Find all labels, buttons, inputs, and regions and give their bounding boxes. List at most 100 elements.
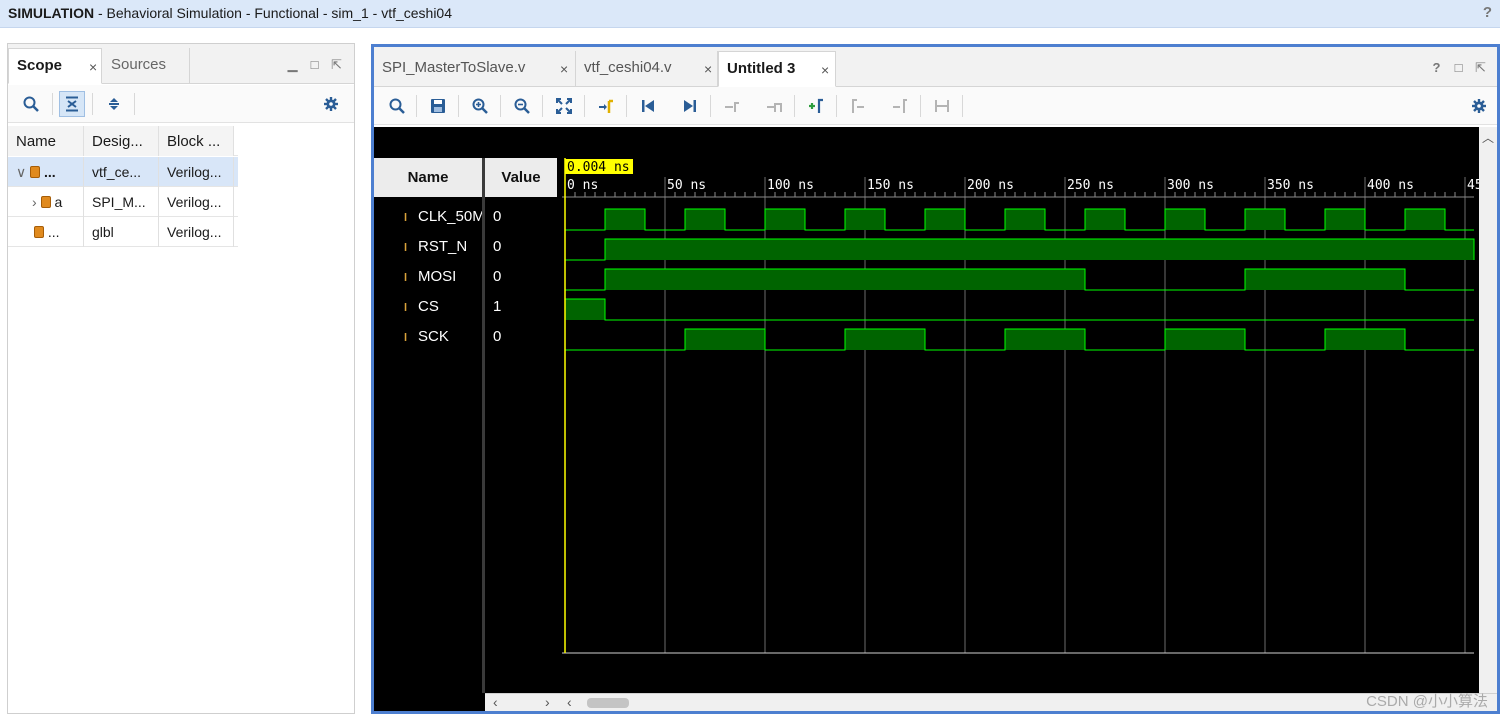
waveform-high-pulse	[605, 209, 645, 230]
gear-icon[interactable]	[318, 91, 344, 117]
go-to-start-icon[interactable]	[635, 93, 661, 119]
save-icon[interactable]	[425, 93, 451, 119]
add-marker-icon[interactable]	[803, 93, 829, 119]
signal-output-icon: l	[404, 332, 408, 344]
waveform-high-pulse	[605, 239, 1474, 260]
next-marker-icon[interactable]	[887, 93, 913, 119]
scroll-thumb[interactable]	[587, 698, 629, 708]
go-to-end-icon[interactable]	[677, 93, 703, 119]
scope-name-cell: ∨ ...	[8, 157, 84, 187]
waveform-high-pulse	[1325, 209, 1365, 230]
search-icon[interactable]	[18, 91, 44, 117]
go-to-cursor-icon[interactable]	[593, 93, 619, 119]
scope-name-cell: ...	[8, 217, 84, 247]
swap-cursors-icon[interactable]	[719, 93, 745, 119]
zoom-in-icon[interactable]	[467, 93, 493, 119]
waveform-high-pulse	[1245, 209, 1285, 230]
waveform-high-pulse	[1005, 209, 1045, 230]
tab-spi-master-to-slave[interactable]: SPI_MasterToSlave.v ×	[374, 51, 576, 87]
zoom-out-icon[interactable]	[509, 93, 535, 119]
column-header-design[interactable]: Desig...	[84, 126, 159, 156]
prev-marker-icon[interactable]	[845, 93, 871, 119]
maximize-icon[interactable]: □	[308, 57, 321, 73]
table-row[interactable]: ... glbl Verilog...	[8, 217, 238, 247]
waveform-high-pulse	[1165, 329, 1245, 350]
signal-name[interactable]: l RST_N	[404, 238, 467, 260]
scope-panel: Scope × Sources ▁ □ ⇱ Name Desig... Block	[7, 43, 355, 714]
waveform-high-pulse	[1245, 269, 1405, 290]
waveform-high-pulse	[1405, 209, 1445, 230]
scroll-left-icon[interactable]: ‹	[567, 694, 572, 710]
close-icon[interactable]: ×	[704, 61, 712, 77]
waveform-panel: SPI_MasterToSlave.v × vtf_ceshi04.v × Unti…	[371, 44, 1500, 714]
scroll-up-icon[interactable]: ︿	[1482, 129, 1494, 146]
panel-window-controls: ? □ ⇱	[1430, 60, 1487, 76]
waveform-trace	[564, 298, 1474, 321]
tab-vtf-ceshi04[interactable]: vtf_ceshi04.v ×	[576, 51, 718, 87]
signal-name[interactable]: l CLK_50M	[404, 208, 485, 230]
tab-untitled-3[interactable]: Untitled 3 ×	[718, 51, 836, 87]
maximize-icon[interactable]: □	[1452, 60, 1465, 76]
waveform-viewer[interactable]: Name l CLK_50M l RST_N l MOSI l CS l SCK Value 0 0…	[374, 127, 1497, 711]
x-tick-label: 400 ns	[1367, 178, 1414, 193]
value-column-header[interactable]: Value	[485, 158, 557, 197]
minimize-icon[interactable]: ▁	[286, 57, 299, 73]
module-icon	[34, 226, 44, 238]
close-icon[interactable]: ×	[89, 59, 97, 75]
scope-name-cell: › a	[8, 187, 84, 217]
module-icon	[40, 196, 51, 208]
signal-name[interactable]: l CS	[404, 298, 439, 320]
waveform-high-pulse	[1165, 209, 1205, 230]
signal-name[interactable]: l MOSI	[404, 268, 456, 290]
horizontal-scrollbar[interactable]: ‹ › ‹	[485, 693, 1497, 711]
float-icon[interactable]: ⇱	[1474, 60, 1487, 76]
waveform-high-pulse	[845, 209, 885, 230]
float-icon[interactable]: ⇱	[330, 57, 343, 73]
search-icon[interactable]	[384, 93, 410, 119]
scope-block-cell: Verilog...	[159, 217, 234, 247]
waveform-high-pulse	[565, 299, 605, 320]
scope-block-cell: Verilog...	[159, 187, 234, 217]
expand-all-icon[interactable]	[101, 91, 127, 117]
signal-value: 0	[493, 238, 502, 255]
cursor-label: 0.004 ns	[567, 160, 630, 175]
signal-output-icon: l	[404, 302, 408, 314]
scope-block-cell: Verilog...	[159, 157, 234, 187]
help-icon[interactable]: ?	[1483, 4, 1492, 21]
signal-input-icon: l	[404, 242, 408, 254]
tab-scope[interactable]: Scope ×	[8, 48, 102, 84]
column-header-name[interactable]: Name	[8, 126, 84, 156]
column-header-block[interactable]: Block ...	[159, 126, 234, 156]
close-icon[interactable]: ×	[821, 62, 829, 78]
scope-table-header: Name Desig... Block ...	[8, 126, 238, 156]
snap-icon[interactable]	[929, 93, 955, 119]
scroll-right-icon[interactable]: ›	[545, 694, 550, 710]
prev-transition-icon[interactable]	[761, 93, 787, 119]
signal-value: 1	[493, 298, 502, 315]
name-column-header[interactable]: Name	[374, 158, 482, 197]
scope-design-cell: vtf_ce...	[84, 157, 159, 187]
scope-toolbar	[8, 85, 354, 123]
x-tick-label: 45	[1467, 178, 1479, 193]
tab-sources[interactable]: Sources	[103, 48, 191, 84]
waveform-high-pulse	[685, 209, 725, 230]
collapse-all-icon[interactable]	[59, 91, 85, 117]
waveform-canvas[interactable]: 0 ns 50 ns 100 ns 150 ns 200 ns 250 ns 300 ns 3…	[562, 127, 1479, 693]
vertical-scrollbar[interactable]: ︿	[1479, 127, 1497, 693]
module-icon	[30, 166, 41, 178]
waveform-high-pulse	[925, 209, 965, 230]
window-title: SIMULATION - Behavioral Simulation - Fun…	[8, 5, 453, 21]
waveform-toolbar	[374, 87, 1497, 125]
signal-name[interactable]: l SCK	[404, 328, 449, 350]
table-row[interactable]: ∨ ... vtf_ce... Verilog...	[8, 157, 238, 187]
zoom-fit-icon[interactable]	[551, 93, 577, 119]
waveform-high-pulse	[685, 329, 765, 350]
scroll-left-icon[interactable]: ‹	[493, 694, 498, 710]
help-icon[interactable]: ?	[1430, 60, 1443, 76]
table-row[interactable]: › a SPI_M... Verilog...	[8, 187, 238, 217]
gear-icon[interactable]	[1466, 93, 1492, 119]
signal-value: 0	[493, 328, 502, 345]
close-icon[interactable]: ×	[560, 61, 568, 77]
signal-value-column: Value 0 0 0 1 0	[485, 127, 557, 711]
x-tick-label: 150 ns	[867, 178, 914, 193]
